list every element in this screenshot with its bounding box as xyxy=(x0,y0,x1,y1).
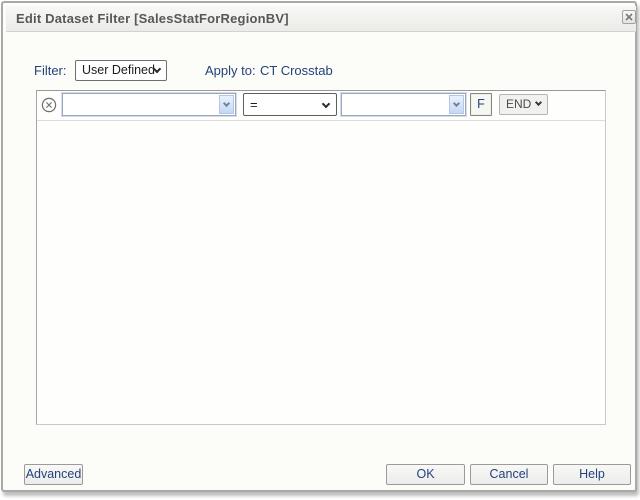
chevron-down-icon xyxy=(452,99,461,107)
screen: Edit Dataset Filter [SalesStatForRegionB… xyxy=(0,0,640,500)
advanced-button[interactable]: Advanced xyxy=(24,464,83,485)
chevron-down-icon xyxy=(534,98,543,107)
value-combobox-arrow[interactable] xyxy=(449,95,464,114)
help-button[interactable]: Help xyxy=(553,464,631,485)
filter-conditions-panel xyxy=(36,90,606,425)
formula-button[interactable]: F xyxy=(470,93,492,116)
dialog-titlebar[interactable]: Edit Dataset Filter [SalesStatForRegionB… xyxy=(6,6,636,32)
apply-to-label: Apply to: xyxy=(205,63,256,78)
ok-button[interactable]: OK xyxy=(386,464,465,485)
conjunction-value: END xyxy=(506,97,532,111)
filter-label: Filter: xyxy=(34,63,67,78)
close-button[interactable] xyxy=(622,10,636,24)
delete-condition-button[interactable] xyxy=(41,97,57,113)
value-combobox[interactable] xyxy=(341,93,466,116)
field-combobox-arrow[interactable] xyxy=(219,95,234,114)
dialog-title: Edit Dataset Filter [SalesStatForRegionB… xyxy=(16,11,289,26)
cancel-button[interactable]: Cancel xyxy=(470,464,548,485)
edit-dataset-filter-dialog: Edit Dataset Filter [SalesStatForRegionB… xyxy=(1,1,637,492)
chevron-down-icon xyxy=(321,99,331,109)
chevron-down-icon xyxy=(222,99,231,107)
operator-select[interactable]: = xyxy=(243,93,337,116)
conjunction-select[interactable]: END xyxy=(499,94,548,115)
filter-type-value: User Defined xyxy=(82,63,155,77)
apply-to-target: CT Crosstab xyxy=(260,63,333,78)
filter-type-select[interactable]: User Defined xyxy=(75,60,167,81)
operator-value: = xyxy=(250,97,258,112)
close-icon xyxy=(625,13,633,21)
field-combobox[interactable] xyxy=(62,93,236,116)
delete-row-circle-x-icon xyxy=(41,97,57,113)
